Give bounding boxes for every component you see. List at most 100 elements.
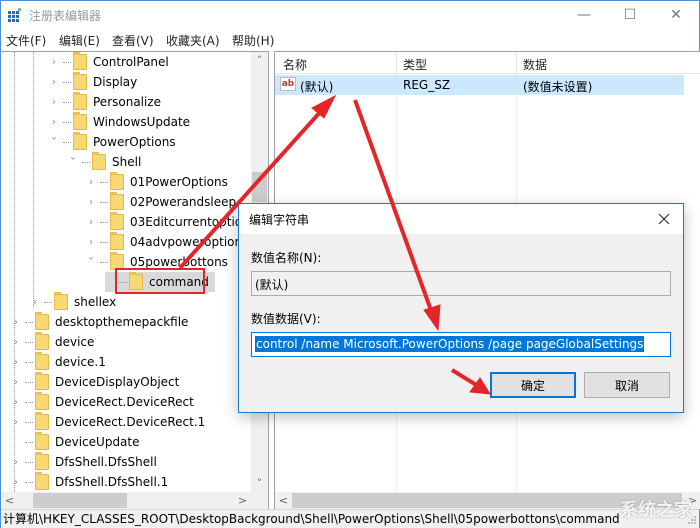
menu-view[interactable]: 查看(V) — [112, 32, 154, 49]
menu-favorites[interactable]: 收藏夹(A) — [166, 32, 220, 49]
tree-item[interactable]: › DeviceRect.DeviceRect.1 — [11, 412, 205, 432]
folder-icon — [110, 192, 124, 210]
tree-horizontal-scrollbar[interactable]: < > — [1, 492, 268, 509]
tree-connector — [100, 221, 108, 223]
tree-connector — [25, 401, 33, 403]
tree-item[interactable]: › DeviceRect.DeviceRect — [11, 392, 194, 412]
menu-file[interactable]: 文件(F) — [6, 32, 46, 49]
menu-edit[interactable]: 编辑(E) — [59, 32, 100, 49]
tree-item[interactable]: › 03Editcurrentoptions — [86, 212, 256, 232]
chevron-right-icon[interactable]: › — [11, 377, 21, 388]
chevron-right-icon[interactable]: › — [11, 417, 21, 428]
tree-item-label: DfsShell.DfsShell.1 — [55, 475, 169, 489]
scroll-right-icon[interactable]: > — [234, 492, 251, 509]
tree-item[interactable]: › device — [11, 332, 94, 352]
list-header: 名称 类型 数据 — [275, 52, 700, 74]
chevron-right-icon[interactable]: › — [11, 457, 21, 468]
chevron-right-icon[interactable]: › — [11, 397, 21, 408]
value-type: REG_SZ — [403, 78, 451, 92]
chevron-right-icon[interactable]: › — [11, 337, 21, 348]
tree-item[interactable]: › 04advpoweroptions — [86, 232, 248, 252]
list-item[interactable]: ab (默认) REG_SZ (数值未设置) — [275, 75, 684, 95]
column-divider[interactable] — [396, 52, 397, 74]
scroll-down-icon[interactable]: ˅ — [251, 475, 268, 492]
tree-item-label: desktopthemepackfile — [55, 315, 189, 329]
chevron-right-icon[interactable]: › — [11, 317, 21, 328]
value-data-selected-text: control /name Microsoft.PowerOptions /pa… — [255, 336, 645, 352]
chevron-right-icon[interactable]: › — [86, 217, 96, 228]
folder-icon — [92, 152, 106, 170]
tree-item[interactable]: › DeviceDisplayObject — [11, 372, 179, 392]
scroll-left-icon[interactable]: < — [1, 492, 18, 509]
chevron-down-icon[interactable]: ˅ — [67, 157, 80, 168]
menu-help[interactable]: 帮助(H) — [232, 32, 274, 49]
scroll-left-icon[interactable]: < — [275, 492, 292, 509]
folder-icon — [35, 432, 49, 450]
tree-item-label: Personalize — [93, 95, 162, 109]
chevron-right-icon[interactable]: › — [30, 297, 40, 308]
scroll-up-icon[interactable]: ˄ — [251, 52, 268, 69]
tree-item-label: DfsShell.DfsShell — [55, 455, 157, 469]
chevron-right-icon[interactable]: › — [86, 177, 96, 188]
tree-item[interactable]: › 01PowerOptions — [86, 172, 228, 192]
folder-icon — [35, 332, 49, 350]
tree-item[interactable]: › device.1 — [11, 352, 106, 372]
tree-item[interactable]: › 02Powerandsleep — [86, 192, 236, 212]
cancel-button[interactable]: 取消 — [584, 372, 670, 398]
minimize-button[interactable]: — — [561, 1, 607, 29]
tree-item-label: WindowsUpdate — [93, 115, 191, 129]
chevron-right-icon[interactable]: › — [49, 57, 59, 68]
tree-item[interactable]: DeviceUpdate — [11, 432, 140, 452]
chevron-down-icon[interactable]: ˅ — [48, 137, 61, 148]
chevron-right-icon[interactable]: › — [86, 197, 96, 208]
tree-item[interactable]: ˅ PowerOptions — [49, 132, 176, 152]
tree-item-label: 04advpoweroptions — [130, 235, 249, 249]
folder-icon — [35, 392, 49, 410]
folder-icon — [35, 352, 49, 370]
tree-connector — [25, 321, 33, 323]
chevron-right-icon[interactable]: › — [49, 77, 59, 88]
chevron-right-icon[interactable]: › — [49, 97, 59, 108]
tree-item-label: 05powerbottons — [130, 255, 228, 269]
tree-item[interactable]: › shellex — [30, 292, 116, 312]
tree-connector — [63, 141, 71, 143]
chevron-right-icon[interactable]: › — [11, 477, 21, 488]
folder-icon — [35, 312, 49, 330]
close-icon — [658, 213, 670, 225]
tree-horizontal-scroll-thumb[interactable] — [33, 493, 127, 508]
ok-button[interactable]: 确定 — [490, 372, 576, 398]
dialog-close-button[interactable] — [653, 208, 675, 230]
tree-item[interactable]: ˅ Shell — [68, 152, 141, 172]
tree-guide-line — [33, 52, 34, 307]
column-header-data[interactable]: 数据 — [523, 56, 547, 73]
close-button[interactable]: ✕ — [653, 1, 699, 29]
tree-item[interactable]: › ControlPanel — [49, 52, 169, 72]
tree-item[interactable]: › WindowsUpdate — [49, 112, 190, 132]
status-bar-path: 计算机\HKEY_CLASSES_ROOT\DesktopBackground\… — [1, 509, 699, 528]
column-header-type[interactable]: 类型 — [403, 56, 427, 73]
chevron-right-icon[interactable]: › — [86, 237, 96, 248]
tree-connector — [100, 261, 108, 263]
column-divider[interactable] — [516, 52, 517, 74]
column-header-name[interactable]: 名称 — [283, 56, 307, 73]
chevron-right-icon[interactable]: › — [49, 117, 59, 128]
tree-item[interactable]: › desktopthemepackfile — [11, 312, 188, 332]
tree-item-label: DeviceRect.DeviceRect.1 — [55, 415, 206, 429]
tree-item-label: Display — [93, 75, 138, 89]
tree-item[interactable]: › DfsShell.DfsShell — [11, 452, 157, 472]
tree-item-label: 02Powerandsleep — [130, 195, 237, 209]
chevron-down-icon[interactable]: ˅ — [85, 257, 98, 268]
edit-string-dialog: 编辑字符串 数值名称(N): (默认) 数值数据(V): control /na… — [238, 203, 684, 413]
value-data-input[interactable]: control /name Microsoft.PowerOptions /pa… — [251, 332, 671, 357]
title-bar: 注册表编辑器 — ☐ ✕ — [1, 1, 699, 29]
chevron-right-icon[interactable]: › — [11, 357, 21, 368]
folder-icon — [73, 112, 87, 130]
tree-item[interactable]: › Personalize — [49, 92, 161, 112]
tree-connector — [25, 441, 33, 443]
tree-connector — [25, 361, 33, 363]
tree-vertical-scroll-thumb[interactable] — [252, 172, 267, 202]
regedit-app-icon — [8, 8, 22, 22]
tree-item[interactable]: › DfsShell.DfsShell.1 — [11, 472, 168, 492]
tree-item[interactable]: › Display — [49, 72, 137, 92]
maximize-button[interactable]: ☐ — [607, 1, 653, 29]
